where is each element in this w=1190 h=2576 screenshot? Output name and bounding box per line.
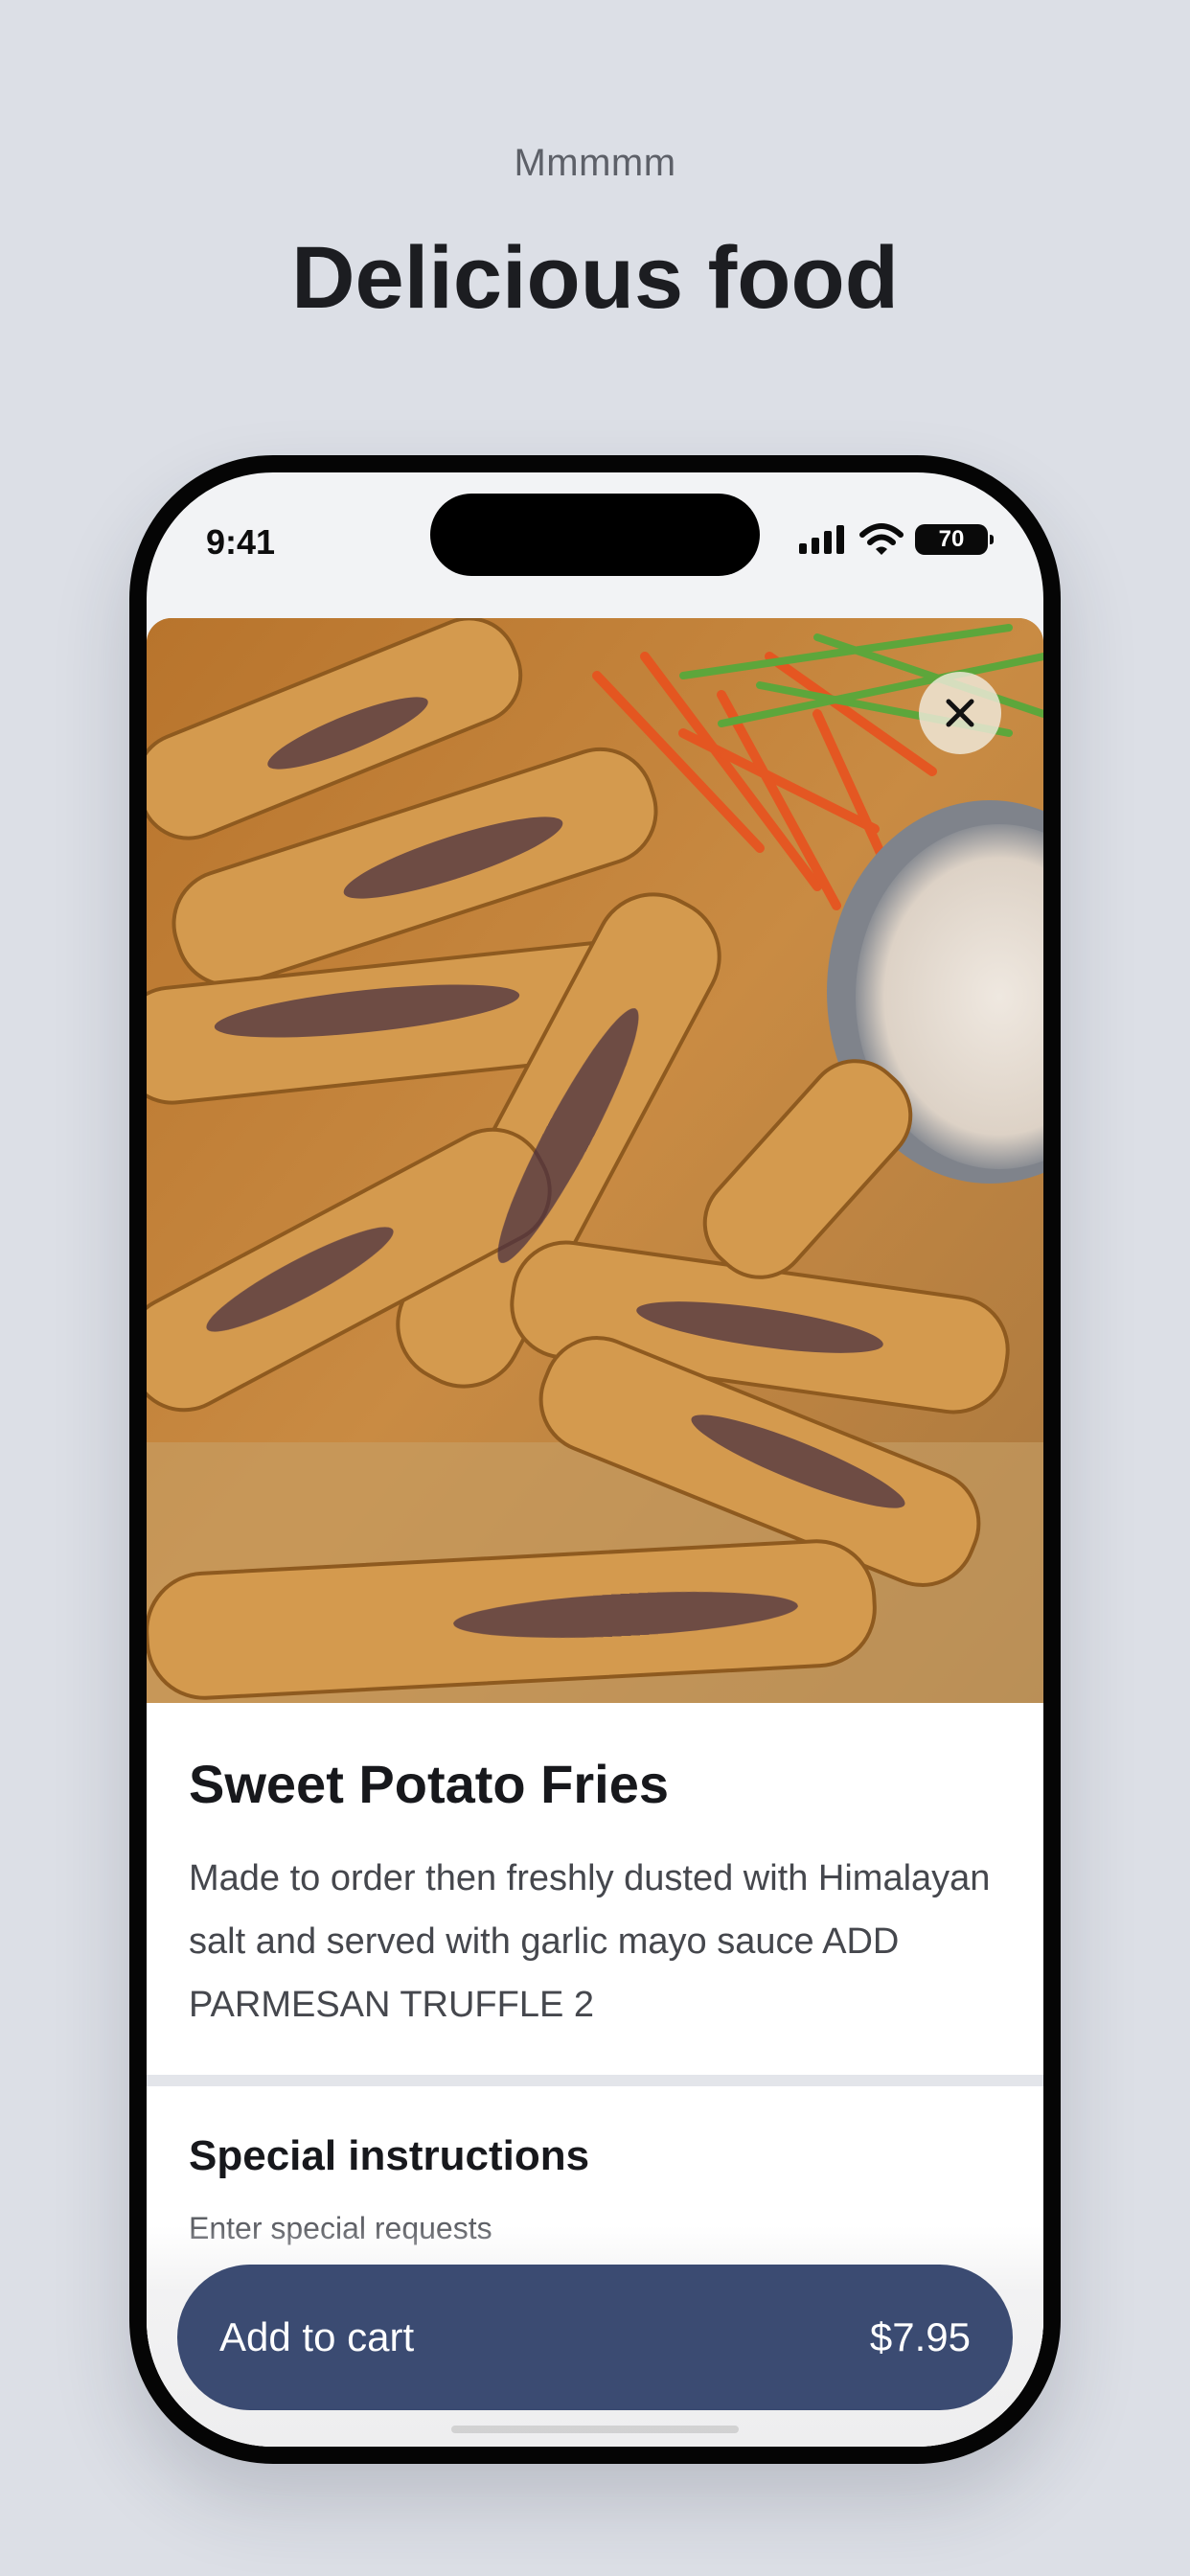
- section-divider: [147, 2075, 1043, 2086]
- food-photo: [147, 618, 1043, 1703]
- battery-level: 70: [938, 526, 965, 552]
- close-icon: [946, 699, 974, 727]
- item-sheet: Sweet Potato Fries Made to order then fr…: [147, 618, 1043, 2447]
- close-button[interactable]: [919, 672, 1001, 754]
- cart-price: $7.95: [869, 2314, 971, 2359]
- special-instructions-title: Special instructions: [189, 2132, 590, 2179]
- add-to-cart-button[interactable]: Add to cart $7.95: [177, 2265, 1013, 2410]
- status-time: 9:41: [206, 522, 276, 562]
- dynamic-island: [430, 494, 760, 576]
- page-headline: Delicious food: [291, 229, 899, 327]
- phone-frame: 9:41 70 Sweet Potato Fries Made to order…: [129, 455, 1061, 2464]
- wifi-icon: [859, 523, 904, 555]
- home-indicator: [451, 2426, 739, 2433]
- eyebrow-text: Mmmmm: [514, 142, 676, 184]
- status-icons: 70: [798, 522, 994, 557]
- signal-icon: [799, 525, 844, 554]
- item-title: Sweet Potato Fries: [189, 1754, 670, 1814]
- add-to-cart-label: Add to cart: [219, 2314, 415, 2359]
- item-description: Made to order then freshly dusted with H…: [189, 1858, 991, 2025]
- battery-icon: 70: [915, 524, 994, 555]
